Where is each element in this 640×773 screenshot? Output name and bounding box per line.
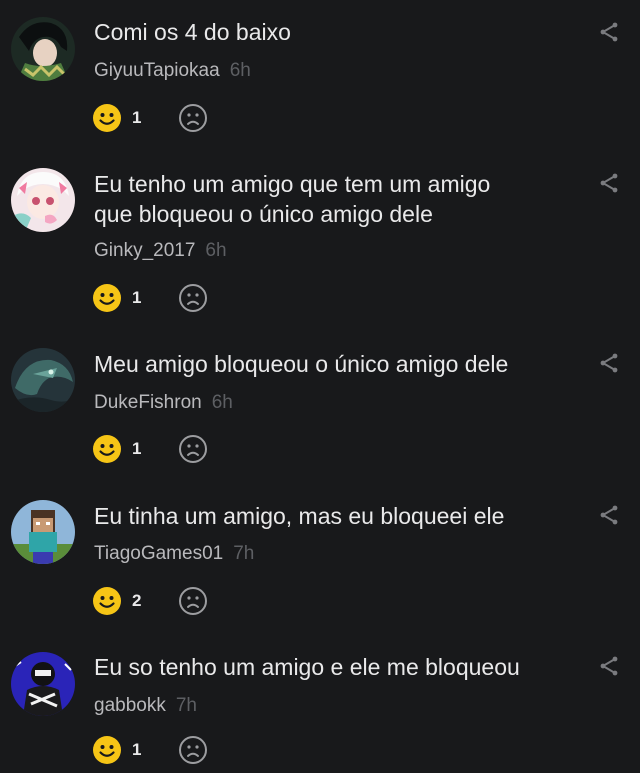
timestamp: 6h bbox=[229, 60, 251, 81]
username[interactable]: TiagoGames01 bbox=[94, 543, 223, 564]
username[interactable]: GiyuuTapiokaa bbox=[94, 60, 220, 81]
timestamp: 6h bbox=[205, 240, 227, 261]
username[interactable]: gabbokk bbox=[94, 695, 166, 716]
comment-text: Eu tinha um amigo, mas eu bloqueei ele bbox=[94, 503, 505, 529]
happy-face-icon[interactable] bbox=[92, 586, 122, 616]
username[interactable]: Ginky_2017 bbox=[94, 240, 195, 261]
share-icon[interactable] bbox=[598, 352, 620, 374]
timestamp: 7h bbox=[233, 543, 255, 564]
reaction-bar: 1 bbox=[92, 734, 208, 766]
happy-count: 1 bbox=[132, 108, 142, 127]
comment-meta: TiagoGames01 7h bbox=[94, 543, 254, 565]
happy-count: 1 bbox=[132, 288, 142, 307]
avatar[interactable] bbox=[11, 652, 75, 716]
share-icon[interactable] bbox=[598, 504, 620, 526]
sad-face-icon[interactable] bbox=[178, 586, 208, 616]
comment-item: Comi os 4 do baixo GiyuuTapiokaa 6h 1 bbox=[0, 0, 640, 150]
comment-meta: Ginky_2017 6h bbox=[94, 240, 227, 262]
reaction-bar: 2 bbox=[92, 585, 208, 617]
sad-face-icon[interactable] bbox=[178, 434, 208, 464]
timestamp: 6h bbox=[211, 392, 233, 413]
comment-text: Eu so tenho um amigo e ele me bloqueou bbox=[94, 654, 520, 680]
avatar[interactable] bbox=[11, 500, 75, 564]
avatar[interactable] bbox=[11, 17, 75, 81]
comment-meta: GiyuuTapiokaa 6h bbox=[94, 60, 251, 82]
reaction-bar: 1 bbox=[92, 282, 208, 314]
comment-meta: DukeFishron 6h bbox=[94, 392, 233, 414]
happy-face-icon[interactable] bbox=[92, 434, 122, 464]
sad-face-icon[interactable] bbox=[178, 103, 208, 133]
avatar[interactable] bbox=[11, 168, 75, 232]
comment-meta: gabbokk 7h bbox=[94, 695, 197, 717]
happy-count: 1 bbox=[132, 439, 142, 458]
reaction-bar: 1 bbox=[92, 433, 208, 465]
reaction-bar: 1 bbox=[92, 102, 208, 134]
happy-count: 1 bbox=[132, 740, 142, 759]
happy-face-icon[interactable] bbox=[92, 103, 122, 133]
timestamp: 7h bbox=[175, 695, 197, 716]
happy-count: 2 bbox=[132, 591, 142, 610]
avatar[interactable] bbox=[11, 348, 75, 412]
share-icon[interactable] bbox=[598, 655, 620, 677]
happy-face-icon[interactable] bbox=[92, 283, 122, 313]
share-icon[interactable] bbox=[598, 172, 620, 194]
comment-text: Eu tenho um amigo que tem um amigo que b… bbox=[94, 171, 491, 227]
sad-face-icon[interactable] bbox=[178, 735, 208, 765]
happy-face-icon[interactable] bbox=[92, 735, 122, 765]
share-icon[interactable] bbox=[598, 21, 620, 43]
comment-text: Comi os 4 do baixo bbox=[94, 19, 291, 45]
username[interactable]: DukeFishron bbox=[94, 392, 202, 413]
comment-feed: Comi os 4 do baixo GiyuuTapiokaa 6h 1 Eu… bbox=[0, 0, 640, 773]
sad-face-icon[interactable] bbox=[178, 283, 208, 313]
comment-text: Meu amigo bloqueou o único amigo dele bbox=[94, 351, 509, 377]
